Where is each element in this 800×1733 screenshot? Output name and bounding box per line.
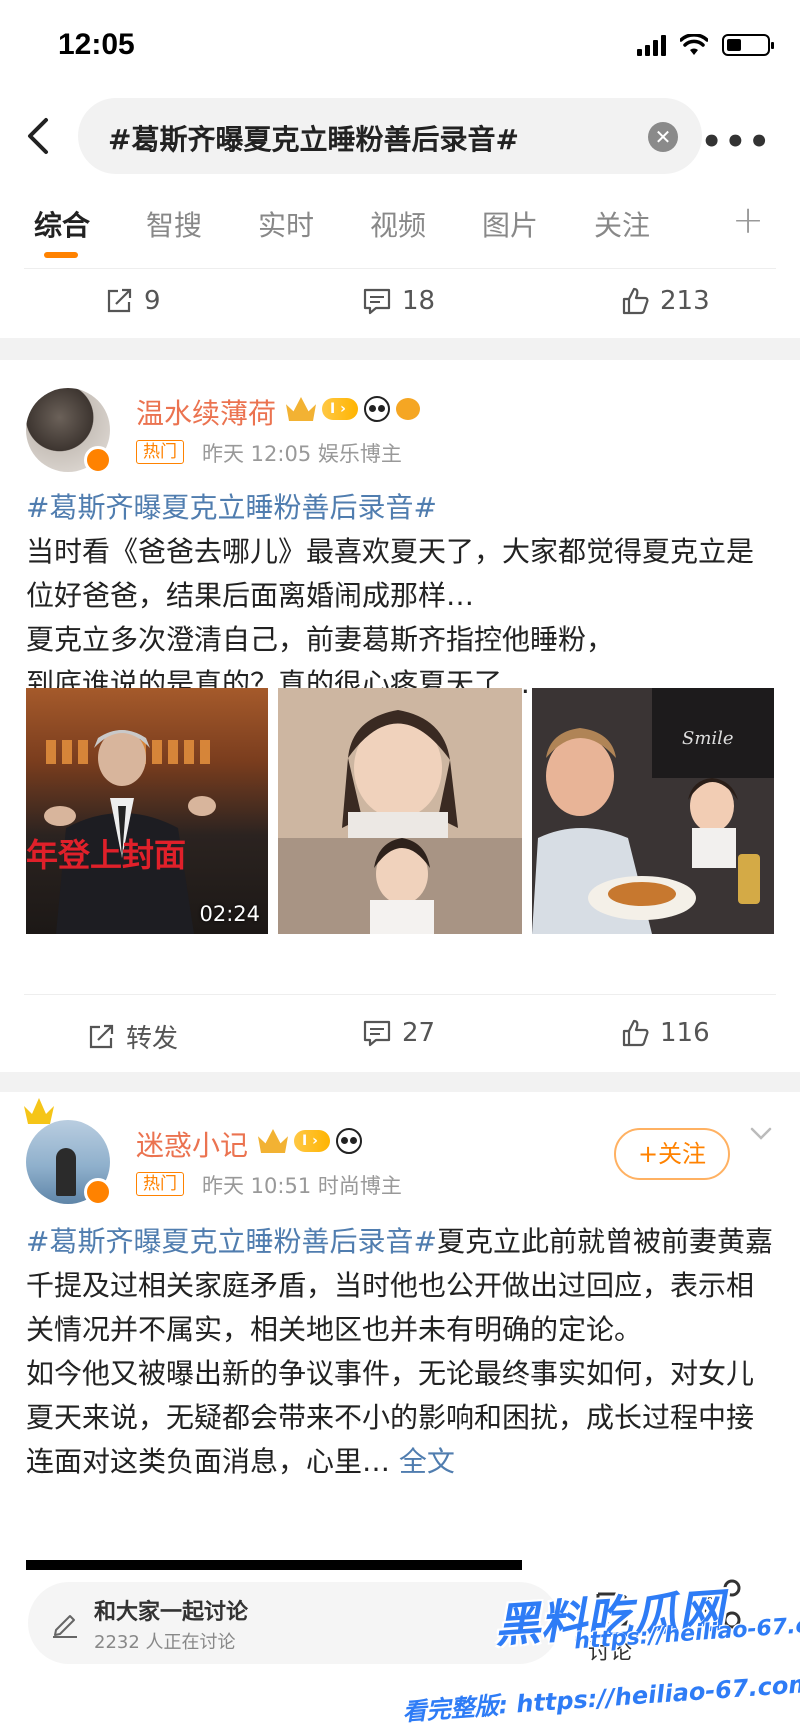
more-options-icon[interactable]: ••• [701, 122, 772, 162]
thumbs-up-icon [622, 1019, 649, 1047]
status-bar: 12:05 [0, 0, 800, 95]
topic-link[interactable]: #葛斯齐曝夏克立睡粉善后录音# [26, 491, 437, 524]
tab-comprehensive[interactable]: 综合 [34, 204, 90, 244]
read-more-link[interactable]: 全文 [399, 1445, 455, 1478]
like-button[interactable]: 116 [620, 1018, 710, 1048]
post-body: 夏克立此前就曾被前妻黄嘉千提及过相关家庭矛盾，当时他也公开做出过回应，表示相关情… [26, 1225, 773, 1478]
comment-button[interactable]: 27 [362, 1018, 435, 1048]
add-tab-icon[interactable]: + [732, 198, 764, 242]
post-text: #葛斯齐曝夏克立睡粉善后录音#夏克立此前就曾被前妻黄嘉千提及过相关家庭矛盾，当时… [26, 1220, 774, 1484]
feed-gap [0, 1072, 800, 1092]
post-actions: 转发 27 116 [0, 1000, 800, 1070]
post-card[interactable]: 迷惑小记 I › 热门 昨天 10:51 时尚博主 +关注 #葛斯齐曝夏克立睡粉… [0, 1092, 800, 1560]
post-text: #葛斯齐曝夏克立睡粉善后录音# 当时看《爸爸去哪儿》最喜欢夏天了，大家都觉得夏克… [26, 486, 774, 706]
wifi-icon [680, 34, 708, 55]
repost-button[interactable]: 转发 [86, 1018, 178, 1055]
search-query: #葛斯齐曝夏克立睡粉善后录音# [108, 123, 519, 156]
like-count: 213 [660, 286, 710, 316]
fan-badge-icon [395, 398, 420, 420]
comment-count: 18 [402, 286, 436, 316]
crown-icon [286, 397, 316, 421]
tab-smart-search[interactable]: 智搜 [146, 204, 202, 244]
vip-badges: I › [258, 1128, 362, 1154]
comment-icon [363, 288, 391, 315]
image-thumbnail[interactable] [278, 688, 522, 934]
crown-icon [24, 1098, 54, 1124]
discussion-title: 和大家一起讨论 [94, 1600, 249, 1625]
repost-count: 9 [144, 286, 161, 316]
image-thumbnail[interactable]: Smile [532, 688, 774, 934]
verified-badge-icon [84, 446, 112, 474]
discussion-count: 2232 人正在讨论 [94, 1632, 236, 1653]
video-duration: 02:24 [199, 902, 260, 926]
battery-icon [722, 34, 774, 56]
username[interactable]: 迷惑小记 [136, 1124, 248, 1164]
hot-tag: 热门 [136, 1172, 184, 1196]
tab-video[interactable]: 视频 [370, 204, 426, 244]
level-badge-icon: I › [322, 398, 358, 420]
chevron-down-icon[interactable] [748, 1120, 774, 1146]
panda-icon [363, 396, 390, 422]
feed-gap [0, 338, 800, 360]
back-arrow-icon[interactable] [20, 114, 60, 158]
video-scene-image [44, 730, 216, 934]
status-time: 12:05 [58, 28, 135, 61]
follow-button[interactable]: +关注 [614, 1128, 730, 1180]
black-strip [26, 1560, 522, 1570]
father-daughter-photo-image: Smile [532, 688, 774, 934]
active-tab-indicator [44, 252, 78, 258]
hot-tag: 热门 [136, 440, 184, 464]
post-body: 当时看《爸爸去哪儿》最喜欢夏天了，大家都觉得夏克立是位好爸爸，结果后面离婚闹成那… [26, 535, 755, 700]
repost-button[interactable]: 9 [104, 286, 161, 316]
comment-button[interactable]: 18 [362, 286, 435, 316]
watermark-full-url: 看完整版: https://heiliao-67.com [401, 1669, 800, 1727]
image-grid: 年登上封面 02:24 Smile [26, 688, 774, 934]
svg-text:Smile: Smile [682, 728, 734, 749]
vip-badges: I › [286, 396, 420, 422]
search-input[interactable]: #葛斯齐曝夏克立睡粉善后录音# ✕ [78, 98, 702, 174]
post-card[interactable]: 温水续薄荷 I › 热门 昨天 12:05 娱乐博主 #葛斯齐曝夏克立睡粉善后录… [0, 360, 800, 1072]
video-thumbnail[interactable]: 年登上封面 02:24 [26, 688, 268, 934]
divider [24, 994, 776, 995]
like-button[interactable]: 213 [620, 286, 710, 316]
previous-post-actions: 9 18 213 [0, 268, 800, 338]
tab-images[interactable]: 图片 [482, 204, 538, 244]
search-tabs: 综合 智搜 实时 视频 图片 关注 + [0, 196, 800, 266]
clear-search-icon[interactable]: ✕ [648, 122, 678, 152]
topic-link[interactable]: #葛斯齐曝夏克立睡粉善后录音# [26, 1225, 437, 1258]
post-meta: 昨天 10:51 时尚博主 [202, 1174, 402, 1198]
thumbs-up-icon [622, 287, 649, 315]
level-badge-icon: I › [294, 1130, 330, 1152]
watermark: 黑料吃瓜网 https://heiliao-67.com 看完整版: https… [398, 1570, 800, 1733]
repost-icon [89, 1024, 114, 1048]
repost-label: 转发 [126, 1024, 179, 1054]
tab-following[interactable]: 关注 [594, 204, 650, 244]
comment-icon [363, 1020, 391, 1047]
crown-icon [258, 1129, 288, 1153]
status-icons [637, 34, 774, 56]
search-header: #葛斯齐曝夏克立睡粉善后录音# ✕ ••• [0, 98, 800, 176]
panda-icon [335, 1128, 362, 1154]
username[interactable]: 温水续薄荷 [136, 392, 276, 432]
like-count: 116 [660, 1018, 710, 1048]
verified-badge-icon [84, 1178, 112, 1206]
pencil-icon [53, 1615, 77, 1638]
repost-icon [107, 288, 132, 313]
weibo-search-screen: 12:05 #葛斯齐曝夏克立睡粉善后录音# ✕ ••• 综合 智搜 实时 视频 … [0, 0, 800, 1733]
comment-count: 27 [402, 1018, 436, 1048]
cellular-signal-icon [637, 34, 666, 56]
post-meta: 昨天 12:05 娱乐博主 [202, 442, 402, 466]
tab-realtime[interactable]: 实时 [258, 204, 314, 244]
child-photo-image [278, 688, 522, 934]
video-caption: 年登上封面 [26, 836, 187, 874]
